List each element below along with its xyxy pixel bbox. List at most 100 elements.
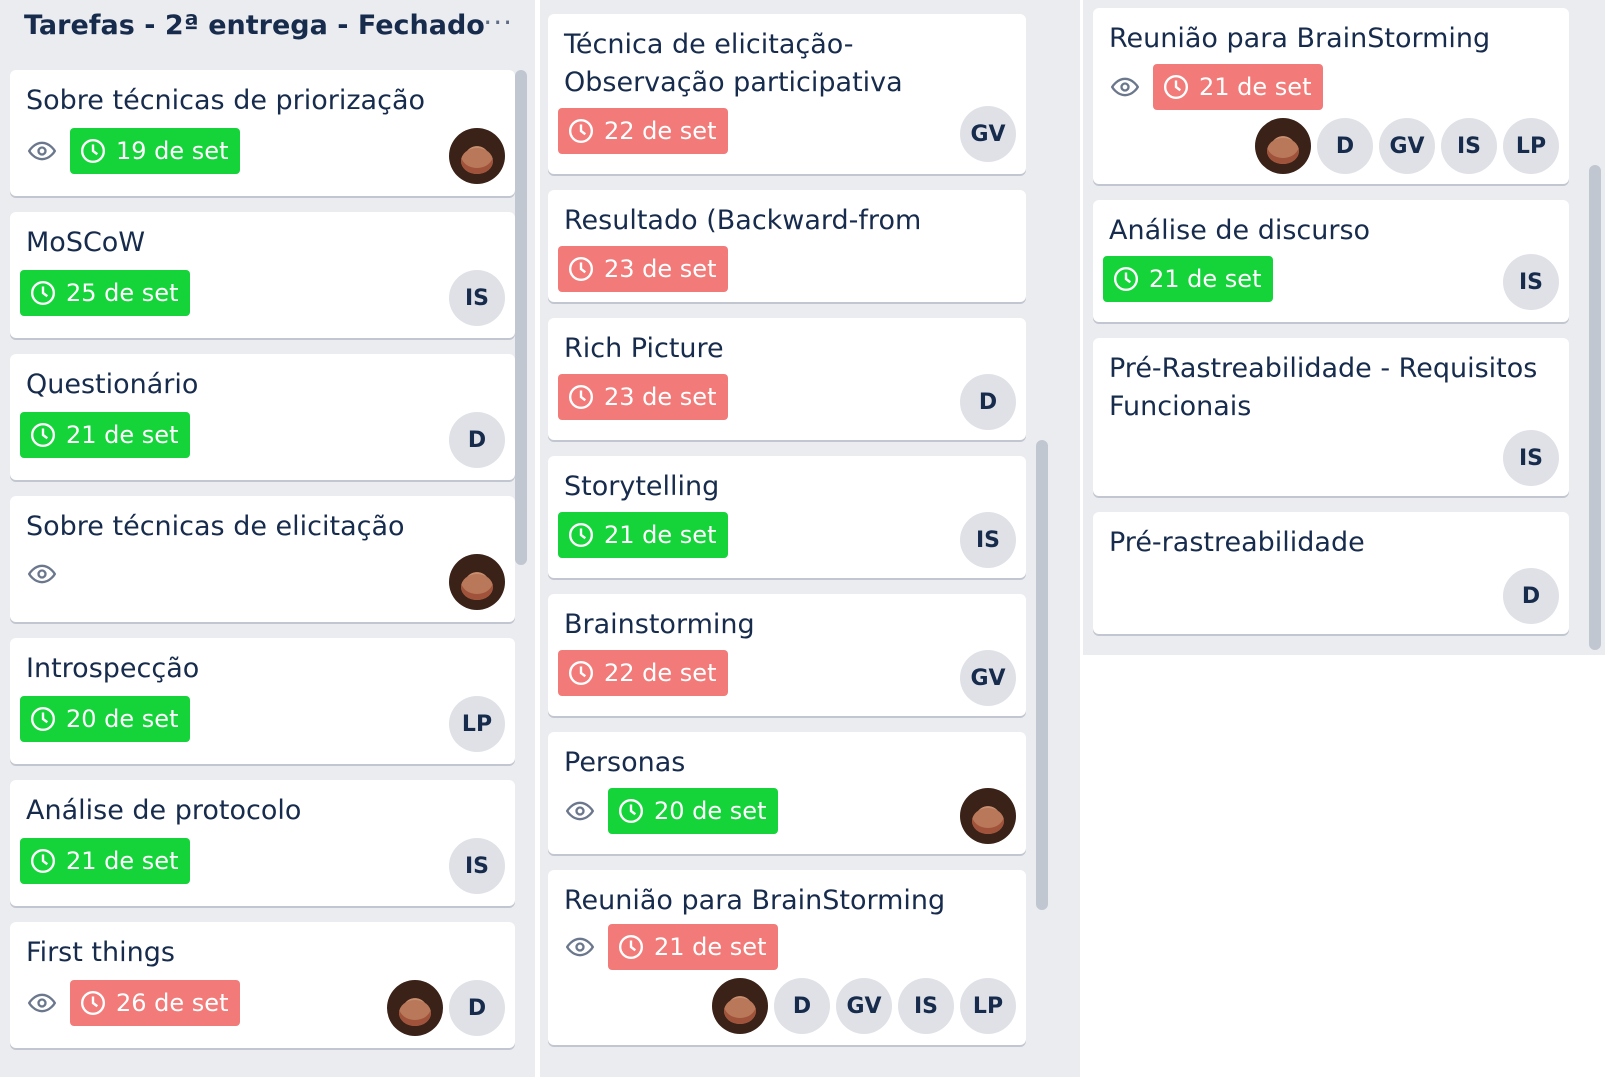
- card[interactable]: Análise de protocolo 21 de set IS: [10, 780, 515, 906]
- card[interactable]: Sobre técnicas de elicitação: [10, 496, 515, 622]
- card[interactable]: Personas 20 de set: [548, 732, 1026, 854]
- member-initials[interactable]: GV: [836, 978, 892, 1034]
- due-date-badge[interactable]: 21 de set: [1153, 64, 1324, 110]
- due-date-badge[interactable]: 21 de set: [20, 412, 191, 458]
- member-initials[interactable]: GV: [960, 650, 1016, 706]
- card[interactable]: Análise de discurso 21 de set IS: [1093, 200, 1569, 322]
- due-date-label: 19 de set: [116, 137, 229, 165]
- avatar[interactable]: [449, 128, 505, 184]
- member-initials[interactable]: D: [1503, 568, 1559, 624]
- card-title: Reunião para BrainStorming: [564, 885, 946, 916]
- avatar[interactable]: [1255, 118, 1311, 174]
- card[interactable]: Introspecção 20 de set LP: [10, 638, 515, 764]
- card[interactable]: MoSCoW 25 de set IS: [10, 212, 515, 338]
- member-initials[interactable]: IS: [449, 838, 505, 894]
- clock-icon: [30, 280, 56, 306]
- eye-icon: [28, 564, 56, 584]
- member-initials[interactable]: D: [774, 978, 830, 1034]
- list-column: Tarefas - 2ª entrega - Fechado ··· Sobre…: [0, 0, 535, 1077]
- card[interactable]: Brainstorming 22 de set GV: [548, 594, 1026, 716]
- member-initials[interactable]: LP: [1503, 118, 1559, 174]
- member-initials[interactable]: IS: [449, 270, 505, 326]
- card-title: Reunião para BrainStorming: [1109, 23, 1491, 54]
- card[interactable]: Rich Picture 23 de set D: [548, 318, 1026, 440]
- card[interactable]: Resultado (Backward-from Geral) 23 de se…: [548, 190, 1026, 302]
- scrollbar[interactable]: [1036, 440, 1048, 910]
- clock-icon: [30, 422, 56, 448]
- due-date-label: 23 de set: [604, 255, 717, 283]
- card-title: MoSCoW: [26, 227, 146, 258]
- card-title: Pré-Rastreabilidade - Requisitos Funcion…: [1109, 353, 1538, 422]
- card-title: Análise de protocolo: [26, 795, 302, 826]
- card-title: Storytelling: [564, 471, 720, 502]
- due-date-badge[interactable]: 26 de set: [70, 980, 241, 1026]
- card-title: First things: [26, 937, 175, 968]
- due-date-badge[interactable]: 22 de set: [558, 650, 729, 696]
- clock-icon: [1113, 266, 1139, 292]
- clock-icon: [568, 384, 594, 410]
- due-date-badge[interactable]: 21 de set: [1103, 256, 1274, 302]
- scrollbar[interactable]: [1589, 165, 1601, 650]
- clock-icon: [618, 934, 644, 960]
- due-date-label: 21 de set: [66, 421, 179, 449]
- card[interactable]: Sobre técnicas de priorização 19 de set: [10, 70, 515, 196]
- member-initials[interactable]: D: [449, 980, 505, 1036]
- due-date-label: 21 de set: [604, 521, 717, 549]
- due-date-label: 21 de set: [654, 933, 767, 961]
- eye-icon: [566, 801, 594, 821]
- list-title[interactable]: Tarefas - 2ª entrega - Fechado: [24, 10, 485, 46]
- card[interactable]: Reunião para BrainStorming 21 de set D G…: [548, 870, 1026, 1045]
- due-date-badge[interactable]: 21 de set: [20, 838, 191, 884]
- card-title: Técnica de elicitação- Observação partic…: [564, 29, 903, 98]
- card-title: Análise de discurso: [1109, 215, 1371, 246]
- due-date-badge[interactable]: 19 de set: [70, 128, 241, 174]
- due-date-label: 21 de set: [1199, 73, 1312, 101]
- member-initials[interactable]: D: [449, 412, 505, 468]
- member-initials[interactable]: IS: [1503, 254, 1559, 310]
- card[interactable]: Pré-rastreabilidade D: [1093, 512, 1569, 634]
- due-date-badge[interactable]: 23 de set: [558, 374, 729, 420]
- member-initials[interactable]: GV: [1379, 118, 1435, 174]
- clock-icon: [568, 118, 594, 144]
- clock-icon: [1163, 74, 1189, 100]
- card[interactable]: Técnica de elicitação- Observação partic…: [548, 14, 1026, 174]
- list-menu-button[interactable]: ···: [483, 6, 513, 39]
- member-initials[interactable]: IS: [1503, 430, 1559, 486]
- scrollbar[interactable]: [515, 70, 527, 565]
- card[interactable]: Storytelling 21 de set IS: [548, 456, 1026, 578]
- member-initials[interactable]: LP: [449, 696, 505, 752]
- due-date-badge[interactable]: 21 de set: [558, 512, 729, 558]
- avatar[interactable]: [387, 980, 443, 1036]
- card-title: Brainstorming: [564, 609, 755, 640]
- member-initials[interactable]: D: [960, 374, 1016, 430]
- card-title: Pré-rastreabilidade: [1109, 527, 1365, 558]
- member-initials[interactable]: D: [1317, 118, 1373, 174]
- avatar[interactable]: [960, 788, 1016, 844]
- due-date-badge[interactable]: 21 de set: [608, 924, 779, 970]
- clock-icon: [80, 990, 106, 1016]
- list-column: Técnica de elicitação- Observação partic…: [540, 0, 1080, 1077]
- card-title: Sobre técnicas de elicitação: [26, 511, 405, 542]
- member-initials[interactable]: IS: [1441, 118, 1497, 174]
- eye-icon: [566, 937, 594, 957]
- card[interactable]: Reunião para BrainStorming 21 de set D G…: [1093, 8, 1569, 184]
- clock-icon: [30, 706, 56, 732]
- member-initials[interactable]: GV: [960, 106, 1016, 162]
- clock-icon: [568, 256, 594, 282]
- clock-icon: [80, 138, 106, 164]
- card[interactable]: Questionário 21 de set D: [10, 354, 515, 480]
- avatar[interactable]: [449, 554, 505, 610]
- avatar[interactable]: [712, 978, 768, 1034]
- due-date-badge[interactable]: 23 de set: [558, 246, 729, 292]
- due-date-label: 23 de set: [604, 383, 717, 411]
- due-date-badge[interactable]: 25 de set: [20, 270, 191, 316]
- card[interactable]: First things 26 de set D: [10, 922, 515, 1048]
- due-date-badge[interactable]: 22 de set: [558, 108, 729, 154]
- member-initials[interactable]: LP: [960, 978, 1016, 1034]
- member-initials[interactable]: IS: [960, 512, 1016, 568]
- card[interactable]: Pré-Rastreabilidade - Requisitos Funcion…: [1093, 338, 1569, 496]
- due-date-badge[interactable]: 20 de set: [608, 788, 779, 834]
- due-date-label: 25 de set: [66, 279, 179, 307]
- due-date-badge[interactable]: 20 de set: [20, 696, 191, 742]
- member-initials[interactable]: IS: [898, 978, 954, 1034]
